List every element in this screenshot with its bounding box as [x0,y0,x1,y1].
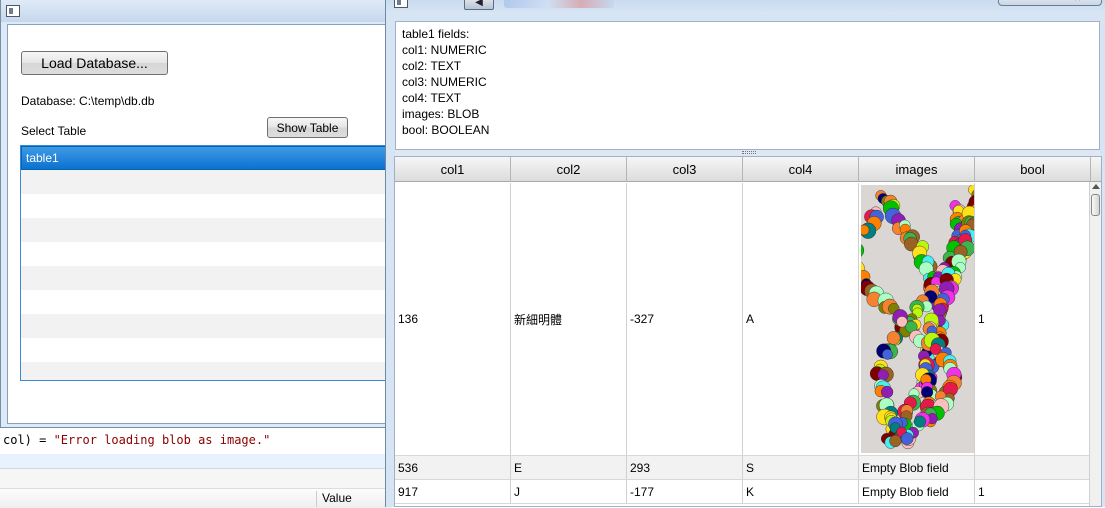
code-line-highlight [0,454,392,468]
table-row[interactable]: 136 新細明體 -327 A 1 [395,183,1091,456]
blob-image [861,185,974,453]
database-loader-window: Load Database... Database: C:\temp\db.db… [0,0,391,428]
table-list-empty-row [21,290,387,314]
cell-col2[interactable]: E [511,456,627,479]
select-table-label: Select Table [21,124,87,138]
fields-line: bool: BOOLEAN [402,123,490,137]
column-header-col1[interactable]: col1 [395,157,511,182]
blob-dot [882,349,893,360]
window-controls: ✕ [998,0,1102,6]
code-line: col) = "Error loading blob as image." [3,433,270,447]
table-list-empty-row [21,314,387,338]
blob-dot [886,331,901,345]
scrollbar-thumb[interactable] [1091,194,1100,216]
column-header-col4[interactable]: col4 [743,157,859,182]
column-header-images[interactable]: images [859,157,975,182]
cell-col3[interactable]: 293 [627,456,743,479]
divider-grip-icon[interactable] [742,151,756,154]
cell-images[interactable]: Empty Blob field [859,480,975,503]
show-table-button[interactable]: Show Table [267,117,348,138]
cell-col1[interactable]: 917 [395,480,511,503]
back-button[interactable]: ◀ [464,0,494,10]
watch-panel: Value [0,468,392,508]
cell-col3[interactable]: -327 [627,183,743,455]
blob-dot [861,243,865,257]
cell-col2[interactable]: 新細明體 [511,183,627,455]
blob-dot [921,386,934,399]
watch-header: Value [0,488,392,508]
table-list[interactable]: table1 [20,145,387,381]
table-list-item[interactable]: table1 [21,146,387,170]
table-list-empty-row [21,338,387,362]
database-path-label: Database: C:\temp\db.db [21,94,155,108]
table-list-empty-row [21,194,387,218]
cell-images[interactable]: Empty Blob field [859,456,975,479]
cell-col1[interactable]: 136 [395,183,511,455]
cell-images[interactable] [859,183,975,455]
column-header-col3[interactable]: col3 [627,157,743,182]
back-arrow-icon: ◀ [475,0,483,8]
blob-image-graphic [861,185,974,450]
table-row[interactable]: 917 J -177 K Empty Blob field 1 [395,480,1091,504]
cell-col4[interactable]: K [743,480,859,503]
data-grid[interactable]: col1 col2 col3 col4 images bool 136 新細明體… [394,156,1102,507]
code-editor[interactable]: col) = "Error loading blob as image." [0,428,392,468]
load-database-button[interactable]: Load Database... [21,51,168,75]
table-list-empty-row [21,170,387,194]
blob-dot [881,385,894,399]
left-window-client: Load Database... Database: C:\temp\db.db… [7,24,387,424]
table-list-empty-row [21,242,387,266]
vertical-scrollbar[interactable] [1089,182,1101,506]
table-viewer-window: ◀ ✕ table1 fields: col1: NUMERIC col2: T… [385,0,1105,507]
right-window-titlebar[interactable]: ◀ ✕ [386,0,1105,14]
scroll-up-arrow-icon[interactable] [1092,184,1100,189]
left-window-titlebar[interactable] [1,0,390,22]
cell-bool[interactable]: 1 [975,183,1091,455]
cell-col4[interactable]: A [743,183,859,455]
fields-line: images: BLOB [402,107,480,121]
cell-col3[interactable]: -177 [627,480,743,503]
cell-col1[interactable]: 536 [395,456,511,479]
window-system-icon[interactable] [6,5,20,17]
table-list-empty-row [21,362,387,380]
blob-dot [877,369,889,381]
blob-dot [861,224,870,236]
table-fields-textarea[interactable]: table1 fields: col1: NUMERIC col2: TEXT … [395,21,1100,150]
cell-bool[interactable] [975,456,1091,479]
cell-col2[interactable]: J [511,480,627,503]
code-string-literal: "Error loading blob as image." [53,433,271,447]
column-header-bool[interactable]: bool [975,157,1091,182]
fields-line: col2: TEXT [402,59,462,73]
table-list-empty-row [21,218,387,242]
column-header-col2[interactable]: col2 [511,157,627,182]
watch-value-column-header[interactable]: Value [316,491,352,507]
window-system-icon[interactable] [394,0,408,8]
blob-dot [900,432,914,445]
blob-dot [889,434,902,448]
table-row[interactable]: 536 E 293 S Empty Blob field [395,456,1091,480]
cell-col4[interactable]: S [743,456,859,479]
cell-bool[interactable]: 1 [975,480,1091,503]
grid-header: col1 col2 col3 col4 images bool [395,157,1101,182]
taskbar-thumbnail [504,0,614,8]
fields-line: col1: NUMERIC [402,43,487,57]
table-list-empty-row [21,266,387,290]
fields-line: col3: NUMERIC [402,75,487,89]
fields-line: col4: TEXT [402,91,462,105]
blob-dot [913,415,926,428]
code-text: col) = [3,433,54,447]
blob-dot [929,343,942,355]
fields-line: table1 fields: [402,27,470,41]
